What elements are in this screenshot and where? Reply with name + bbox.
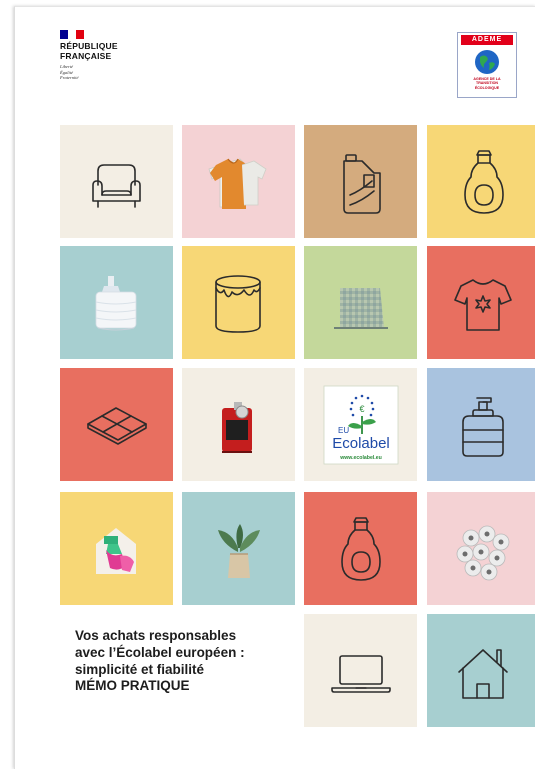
tile-lubricant xyxy=(182,368,295,481)
ademe-subtitle-line3: ÉCOLOGIQUE xyxy=(474,85,500,90)
tiles-icon xyxy=(87,407,147,445)
tile-laptop xyxy=(304,614,417,727)
tile-paint-pot xyxy=(182,246,295,359)
clothing-photo xyxy=(208,158,267,209)
title-line1: Vos achats responsables xyxy=(75,628,237,643)
eu-ecolabel-logo: € EU Ecolabel www.ecolabel.eu xyxy=(323,385,399,465)
toilet-paper-photo xyxy=(456,525,510,581)
document-title: Vos achats responsables avec l’Écolabel … xyxy=(75,628,300,695)
tile-soap-dispenser xyxy=(427,368,535,481)
tile-tshirt xyxy=(427,246,535,359)
tile-toilet-paper xyxy=(427,492,535,605)
tile-detergent-bottle-2 xyxy=(304,492,417,605)
tile-fabric xyxy=(304,246,417,359)
soap-dispenser-icon xyxy=(462,397,504,457)
tile-wipes xyxy=(60,246,173,359)
detergent-bottle-icon xyxy=(341,517,381,581)
tile-plant xyxy=(182,492,295,605)
title-line4: MÉMO PRATIQUE xyxy=(75,678,190,694)
armchair-icon xyxy=(92,164,141,208)
house-icon xyxy=(458,649,508,699)
ecolabel-name: Ecolabel xyxy=(332,435,390,452)
tile-ecolabel: € EU Ecolabel www.ecolabel.eu xyxy=(304,368,417,481)
tshirt-icon xyxy=(454,279,512,331)
globe-icon xyxy=(475,50,499,74)
jerrycan-icon xyxy=(343,154,381,214)
ecolabel-url: www.ecolabel.eu xyxy=(339,455,382,461)
ademe-subtitle: AGENCE DE LA TRANSITION ÉCOLOGIQUE xyxy=(458,77,516,90)
detergent-bottle-icon xyxy=(464,150,504,214)
laptop-icon xyxy=(331,655,391,693)
republic-motto: Liberté Égalité Fraternité xyxy=(60,64,118,81)
republique-francaise-logo: RÉPUBLIQUE FRANÇAISE Liberté Égalité Fra… xyxy=(60,30,118,81)
tile-house xyxy=(427,614,535,727)
title-line2: avec l’Écolabel européen : xyxy=(75,644,245,660)
cleaning-photo xyxy=(96,528,136,574)
wipes-photo xyxy=(95,276,137,331)
ademe-logo: ADEME AGENCE DE LA TRANSITION ÉCOLOGIQUE xyxy=(457,32,517,98)
tile-cleaning xyxy=(60,492,173,605)
marianne-flag-icon xyxy=(60,30,84,39)
svg-text:€: € xyxy=(359,404,364,414)
ademe-title: ADEME xyxy=(461,35,513,45)
tile-floor-tiles xyxy=(60,368,173,481)
motto-fraternite: Fraternité xyxy=(60,75,79,81)
tile-detergent-bottle xyxy=(427,125,535,238)
tile-jerrycan xyxy=(304,125,417,238)
tile-armchair xyxy=(60,125,173,238)
title-line3: simplicité et fiabilité xyxy=(75,661,205,677)
lubricant-photo xyxy=(222,402,252,453)
fabric-photo xyxy=(334,288,388,329)
republic-name-line2: FRANÇAISE xyxy=(60,50,112,61)
plant-photo xyxy=(218,524,260,578)
paint-pot-icon xyxy=(215,275,261,333)
tile-clothing xyxy=(182,125,295,238)
ecolabel-eu: EU xyxy=(338,426,349,435)
